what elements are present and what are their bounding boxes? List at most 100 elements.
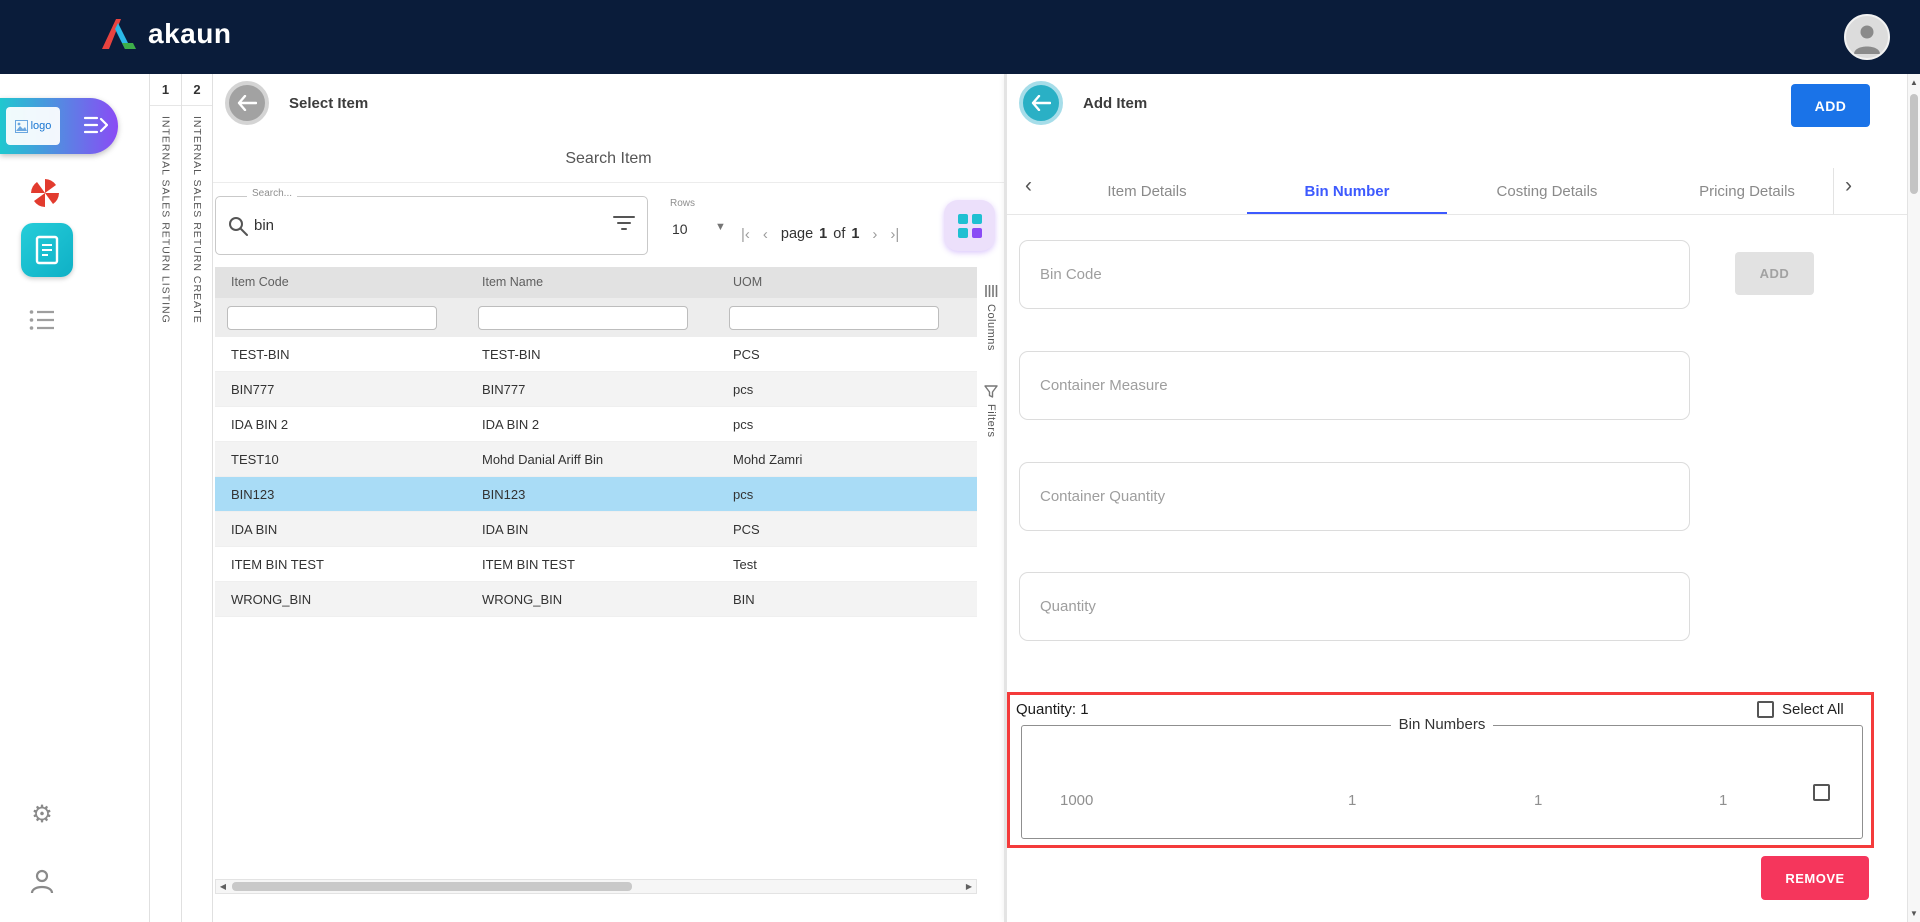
quantity-input[interactable] (1019, 572, 1690, 641)
profile-button[interactable] (27, 866, 57, 896)
nav-strip-internal-sales-return-create[interactable]: 2 INTERNAL SALES RETURN CREATE (181, 74, 213, 922)
add-item-panel: Add Item ADD ‹ Item Details Bin Number C… (1007, 74, 1907, 922)
quantity-field (1019, 572, 1690, 641)
table-cell: ITEM BIN TEST (231, 557, 324, 572)
bin-code-add-button[interactable]: ADD (1735, 252, 1814, 295)
user-avatar[interactable] (1844, 14, 1890, 60)
first-page-button[interactable]: |‹ (741, 226, 750, 243)
tabs-scroll-right-icon[interactable]: › (1845, 174, 1852, 198)
next-page-button[interactable]: › (872, 226, 877, 243)
person-icon (1854, 25, 1880, 54)
image-placeholder-icon (14, 119, 28, 133)
menu-toggle-icon[interactable] (84, 115, 108, 135)
table-cell: BIN (733, 592, 755, 607)
tab-bar: Item Details Bin Number Costing Details … (1047, 170, 1847, 215)
chevron-down-icon[interactable]: ▼ (715, 221, 726, 233)
table-row[interactable]: BIN777 BIN777 pcs (215, 372, 977, 407)
rows-label: Rows (670, 198, 696, 209)
strip-label: INTERNAL SALES RETURN CREATE (191, 116, 203, 324)
tab-bin-number[interactable]: Bin Number (1247, 170, 1447, 215)
filter-list-icon[interactable] (613, 214, 635, 232)
column-filter-input[interactable] (729, 305, 939, 330)
table-cell: TEST-BIN (231, 347, 290, 362)
bin-code-input[interactable] (1019, 240, 1690, 309)
total-pages: 1 (851, 226, 860, 242)
strip-label: INTERNAL SALES RETURN LISTING (159, 116, 172, 324)
select-item-panel: Select Item Search Item Search... Rows 1… (213, 74, 1004, 922)
screen: akaun logo ⚙ 1 INTERNAL SALES RETURN LIS… (0, 0, 1920, 922)
back-button[interactable] (1019, 81, 1063, 125)
bin-numbers-group: Bin Numbers 1000 1 1 1 (1021, 716, 1863, 839)
bin-row-checkbox[interactable] (1813, 784, 1830, 801)
table-row[interactable]: BIN123 BIN123 pcs (215, 477, 977, 512)
of-word: of (833, 226, 846, 242)
back-button[interactable] (225, 81, 269, 125)
column-filter-input[interactable] (227, 305, 437, 330)
scroll-right-arrow[interactable]: ▶ (962, 880, 976, 893)
bin-code-field (1019, 240, 1690, 309)
table-filter-row (215, 298, 977, 337)
scroll-left-arrow[interactable]: ◀ (216, 880, 230, 893)
table-row[interactable]: ITEM BIN TEST ITEM BIN TEST Test (215, 547, 977, 582)
tabs-scroll-left-icon[interactable]: ‹ (1025, 174, 1032, 198)
rows-per-page-select[interactable]: 10 (672, 221, 688, 237)
sidebar: logo ⚙ (0, 74, 118, 922)
prev-page-button[interactable]: ‹ (763, 226, 768, 243)
scroll-up-arrow[interactable]: ▲ (1908, 78, 1920, 87)
nav-strip-internal-sales-return-listing[interactable]: 1 INTERNAL SALES RETURN LISTING (149, 74, 181, 922)
search-input[interactable] (254, 198, 574, 253)
sidebar-logo-pill[interactable]: logo (0, 98, 118, 154)
container-measure-input[interactable] (1019, 351, 1690, 420)
table-cell: TEST10 (231, 452, 279, 467)
search-item-heading: Search Item (565, 150, 652, 167)
vertical-scrollbar[interactable]: ▲ ▼ (1907, 74, 1920, 922)
table-row[interactable]: TEST10 Mohd Danial Ariff Bin Mohd Zamri (215, 442, 977, 477)
tab-costing-details[interactable]: Costing Details (1447, 170, 1647, 214)
table-cell: PCS (733, 347, 760, 362)
container-quantity-input[interactable] (1019, 462, 1690, 531)
container-measure-field (1019, 351, 1690, 420)
table-row[interactable]: IDA BIN 2 IDA BIN 2 pcs (215, 407, 977, 442)
scrollbar-thumb[interactable] (1910, 94, 1918, 194)
funnel-icon (984, 385, 998, 398)
table-row[interactable]: IDA BIN IDA BIN PCS (215, 512, 977, 547)
bin-numbers-legend: Bin Numbers (1022, 716, 1862, 734)
column-header-item-name[interactable]: Item Name (466, 267, 717, 298)
bin-row-code: 1000 (1060, 792, 1094, 809)
add-item-button[interactable]: ADD (1791, 84, 1870, 127)
bin-numbers-section: Quantity: 1 Select All Bin Numbers 1000 … (1007, 692, 1874, 848)
last-page-button[interactable]: ›| (890, 226, 899, 243)
horizontal-scrollbar[interactable]: ◀ ▶ (215, 879, 977, 894)
vertical-nav: 1 INTERNAL SALES RETURN LISTING 2 INTERN… (149, 74, 213, 922)
tab-pricing-details[interactable]: Pricing Details (1647, 170, 1847, 214)
column-header-uom[interactable]: UOM (717, 267, 977, 298)
filters-tool[interactable]: Filters (979, 385, 1003, 437)
bin-row-quantity: 1 (1719, 792, 1728, 809)
item-table: Item Code Item Name UOM TEST-BIN TEST-BIN… (215, 267, 977, 617)
sidebar-item-list[interactable] (29, 308, 55, 332)
scrollbar-thumb[interactable] (232, 882, 632, 891)
page-word: page (780, 226, 814, 242)
remove-button[interactable]: REMOVE (1761, 856, 1869, 900)
table-row[interactable]: WRONG_BIN WRONG_BIN BIN (215, 582, 977, 617)
table-cell: IDA BIN (482, 522, 529, 537)
person-icon (30, 869, 54, 894)
sidebar-item-pdf[interactable] (29, 177, 61, 209)
sidebar-item-invoice[interactable] (21, 223, 73, 277)
tab-item-details[interactable]: Item Details (1047, 170, 1247, 214)
column-header-item-code[interactable]: Item Code (215, 267, 466, 298)
list-icon (29, 310, 54, 330)
columns-tool[interactable]: Columns (979, 284, 1003, 351)
table-cell: IDA BIN 2 (482, 417, 540, 432)
table-row[interactable]: TEST-BIN TEST-BIN PCS (215, 337, 977, 372)
broken-logo-image: logo (6, 107, 60, 145)
column-filter-input[interactable] (478, 305, 688, 330)
scroll-down-arrow[interactable]: ▼ (1908, 909, 1920, 918)
grid-view-button[interactable] (944, 200, 995, 251)
bin-row-container-quantity: 1 (1534, 792, 1543, 809)
filters-tool-label: Filters (985, 403, 997, 438)
bin-row-container-measure: 1 (1348, 792, 1357, 809)
arrow-left-icon (1031, 95, 1051, 111)
settings-button[interactable]: ⚙ (27, 799, 57, 829)
panel-divider (1004, 74, 1007, 922)
